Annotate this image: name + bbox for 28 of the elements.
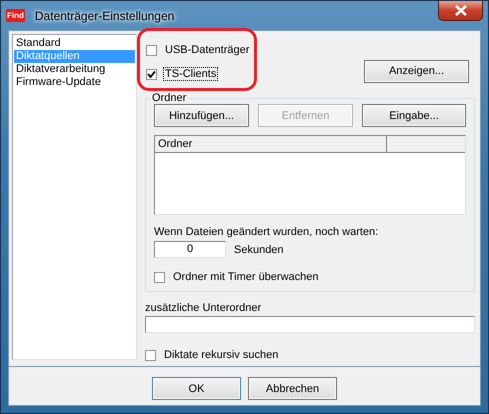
category-item[interactable]: Standard bbox=[14, 37, 135, 50]
folder-button[interactable]: Eingabe... bbox=[362, 104, 466, 127]
close-button[interactable] bbox=[438, 1, 483, 21]
close-icon bbox=[454, 5, 468, 16]
ok-button[interactable]: OK bbox=[152, 377, 241, 400]
column-header[interactable]: Ordner bbox=[155, 136, 387, 153]
unit-label: Sekunden bbox=[234, 244, 284, 256]
wait-field[interactable]: 0 bbox=[154, 241, 226, 258]
category-item[interactable]: Firmware-Update bbox=[14, 76, 135, 89]
checkbox-label: USB-Datenträger bbox=[164, 43, 250, 57]
category-item[interactable]: Diktatverarbeitung bbox=[14, 63, 135, 76]
checkbox[interactable] bbox=[146, 44, 157, 56]
window-title: Datenträger-Einstellungen bbox=[34, 8, 176, 22]
checkbox[interactable] bbox=[145, 350, 156, 360]
checkbox[interactable] bbox=[146, 68, 157, 80]
show-button[interactable]: Anzeigen... bbox=[364, 60, 469, 82]
checkbox-label: Ordner mit Timer überwachen bbox=[172, 270, 320, 284]
group-title: Ordner bbox=[151, 92, 188, 104]
folder-button[interactable]: Hinzufügen... bbox=[154, 104, 249, 127]
checkbox-label: TS-Clients bbox=[163, 67, 218, 81]
column-header[interactable] bbox=[387, 136, 465, 153]
checkbox-label: Diktate rekursiv suchen bbox=[163, 348, 280, 362]
cancel-button[interactable]: Abbrechen bbox=[248, 377, 337, 400]
wait-label: Wenn Dateien geändert wurden, noch warten: bbox=[154, 226, 380, 238]
subfolder-label: zusätzliche Unterordner bbox=[145, 302, 262, 314]
app-icon: Find bbox=[6, 9, 25, 22]
checkbox[interactable] bbox=[154, 272, 165, 282]
subfolder-field[interactable] bbox=[145, 316, 475, 333]
